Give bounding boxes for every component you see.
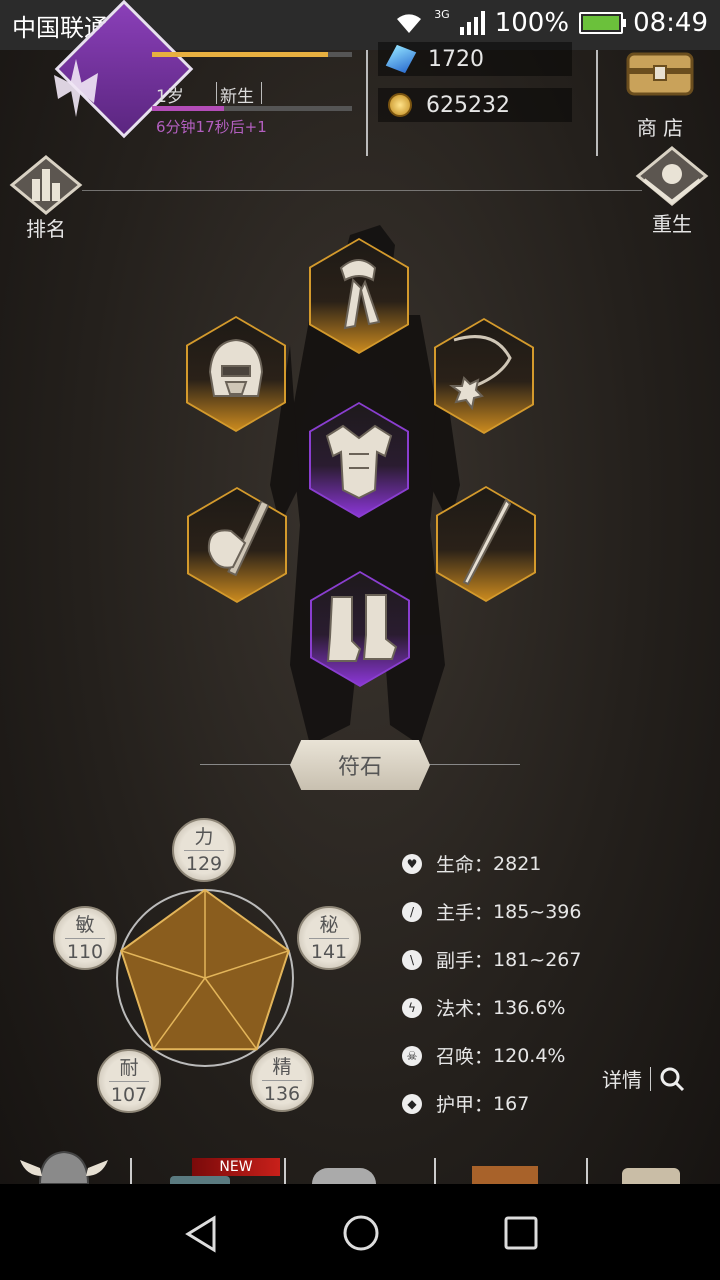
dagger-icon: \ [402,949,422,970]
header-divider [82,190,642,191]
battery-percent: 100% [494,8,570,38]
rank-label: 排名 [26,217,66,241]
battery-icon [579,12,627,34]
divider [434,1158,436,1184]
shield-icon: ◆ [402,1093,422,1114]
age-label: 1岁 [156,87,184,107]
divider [216,82,217,104]
divider [596,50,598,156]
gem-icon [385,44,417,74]
attr-endurance[interactable]: 耐 107 [97,1049,161,1113]
stat-spell: ϟ 法术： 136.6% [402,994,565,1021]
nav-item-4[interactable] [472,1166,538,1184]
stat-hp: ♥ 生命： 2821 [402,850,541,877]
rune-button[interactable]: 符石 [290,740,430,790]
xp-fill [152,52,328,57]
divider [130,1158,132,1184]
gold-counter: 625232 [378,88,572,122]
nav-item-5[interactable] [622,1168,680,1184]
xp-bar [152,52,352,57]
rank-button[interactable]: 排名 [8,155,84,241]
divider [650,1066,651,1091]
chest-icon [626,52,694,96]
new-badge: NEW [192,1158,280,1176]
divider [366,50,368,156]
divider [586,1158,588,1184]
gem-counter: 1720 [378,42,572,76]
gold-value: 625232 [426,92,510,118]
details-label: 详情 [602,1068,642,1092]
sword-icon: / [402,901,422,922]
attr-arcane[interactable]: 秘 141 [297,906,361,970]
wifi-icon [397,14,422,33]
stat-off-hand: \ 副手： 181~267 [402,946,581,973]
gold-coin-icon [388,93,412,117]
shop-label: 商 店 [636,116,684,140]
rune-label: 符石 [337,755,382,780]
lightning-icon: ϟ [402,997,422,1018]
shop-button[interactable]: 商 店 [612,50,708,140]
recents-icon[interactable] [502,1214,540,1252]
stat-main-hand: / 主手： 185~396 [402,898,581,925]
divider [261,82,262,104]
gem-value: 1720 [428,46,484,72]
rebirth-button[interactable]: 重生 [634,146,710,236]
clock: 08:49 [633,8,708,38]
home-icon[interactable] [340,1212,382,1254]
system-nav-bar [0,1184,720,1280]
bottom-nav: NEW [0,1140,720,1184]
status-icons: 3G 100% 08:49 [394,8,708,38]
divider [284,1158,286,1184]
age-timer: 6分钟17秒后+1 [156,118,267,136]
stat-summon: ☠ 召唤： 120.4% [402,1042,565,1069]
rebirth-label: 重生 [652,212,692,236]
stage-label: 新生 [220,87,254,107]
heart-icon: ♥ [402,853,422,874]
skull-icon: ☠ [402,1045,422,1066]
search-icon [660,1067,685,1091]
details-button[interactable]: 详情 [602,1064,685,1093]
age-bar [152,106,352,111]
rebirth-icon [635,146,709,206]
network-type: 3G [434,8,450,21]
attr-agility[interactable]: 敏 110 [53,906,117,970]
nav-item-3[interactable] [312,1168,376,1184]
signal-icon [459,11,485,35]
back-icon[interactable] [182,1214,222,1254]
rank-icon [9,155,83,215]
attr-spirit[interactable]: 精 136 [250,1048,314,1112]
attr-strength[interactable]: 力 129 [172,818,236,882]
crystal-icon [54,59,98,117]
viking-helmet-icon[interactable] [16,1146,112,1184]
nav-item-2[interactable] [170,1176,230,1184]
age-fill [152,106,224,111]
stat-armor: ◆ 护甲： 167 [402,1090,529,1117]
